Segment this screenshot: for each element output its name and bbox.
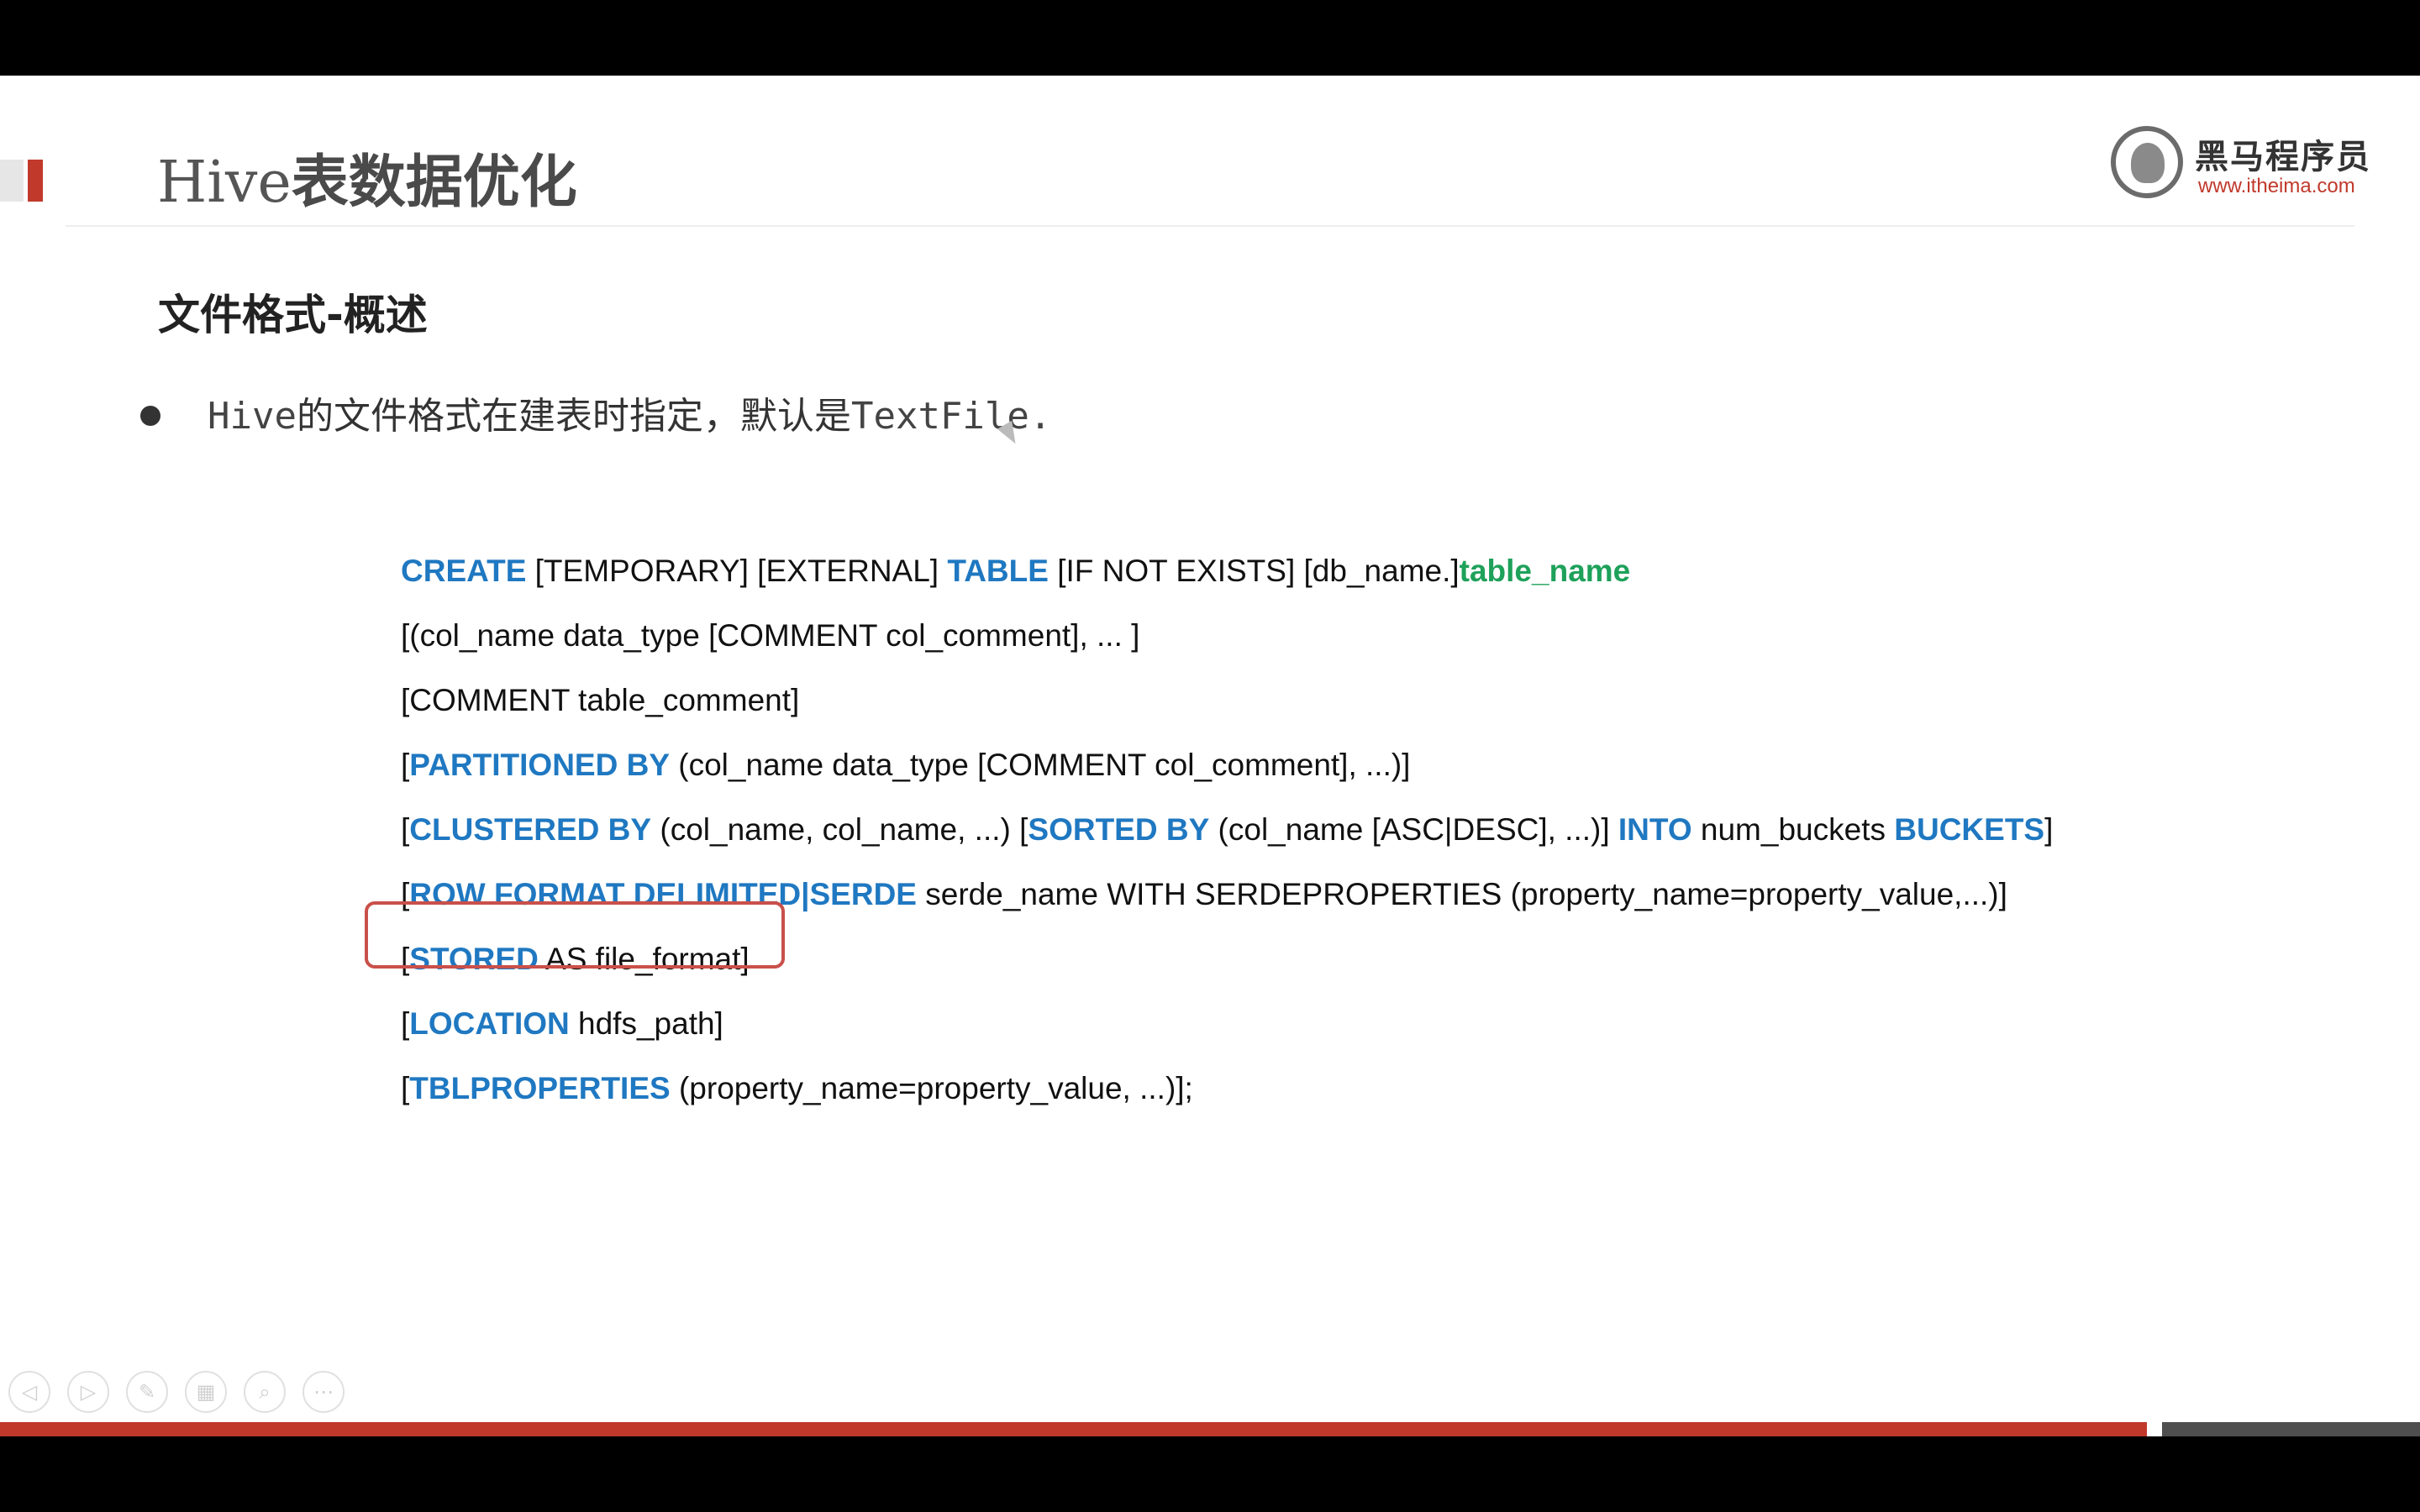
code-text: [IF NOT EXISTS] [db_name.]	[1048, 554, 1460, 588]
code-text: [	[401, 748, 410, 782]
itheima-logo: 黑马程序员 www.itheima.com	[2111, 126, 2380, 210]
logo-url: www.itheima.com	[2198, 175, 2355, 197]
code-text: (col_name, col_name, ...) [	[651, 812, 1028, 847]
logo-horse-icon	[2111, 126, 2183, 198]
code-text: [	[401, 812, 410, 847]
table-name-token: table_name	[1459, 554, 1631, 588]
code-text: hdfs_path]	[569, 1006, 723, 1041]
slide-title-latin: Hive	[157, 150, 292, 216]
zoom-icon[interactable]: ⌕	[244, 1371, 286, 1413]
title-accent-red	[28, 160, 43, 202]
code-line-9: [TBLPROPERTIES (property_name=property_v…	[401, 1063, 1193, 1114]
stored-as-highlight	[365, 901, 785, 969]
code-text: (col_name data_type [COMMENT col_comment…	[670, 748, 1411, 782]
kw-location: LOCATION	[409, 1006, 570, 1041]
kw-clustered-by: CLUSTERED BY	[409, 812, 652, 847]
code-line-8: [LOCATION hdfs_path]	[401, 999, 723, 1049]
bullet-icon	[140, 406, 160, 426]
code-text: [(col_name data_type [COMMENT col_commen…	[401, 618, 1140, 653]
kw-tblproperties: TBLPROPERTIES	[409, 1071, 671, 1105]
pen-icon[interactable]: ✎	[126, 1371, 168, 1413]
code-text: [TEMPORARY] [EXTERNAL]	[526, 554, 948, 588]
slide-title: Hive表数据优化	[157, 141, 577, 225]
code-line-1: CREATE [TEMPORARY] [EXTERNAL] TABLE [IF …	[401, 546, 1630, 596]
title-divider	[66, 225, 2354, 227]
kw-into: INTO	[1618, 812, 1692, 847]
kw-buckets: BUCKETS	[1894, 812, 2045, 847]
section-subtitle: 文件格式-概述	[158, 291, 428, 339]
slide: Hive表数据优化 黑马程序员 www.itheima.com 文件格式-概述 …	[0, 76, 2420, 1436]
code-text: ]	[2044, 812, 2054, 847]
title-accent-grey	[0, 160, 24, 202]
slide-title-cn: 表数据优化	[291, 150, 577, 216]
kw-table: TABLE	[947, 554, 1049, 588]
code-line-3: [COMMENT table_comment]	[401, 675, 799, 726]
bullet-text: Hive的文件格式在建表时指定，默认是TextFile.	[208, 383, 1051, 450]
kw-create: CREATE	[401, 554, 527, 588]
more-icon[interactable]: ⋯	[302, 1371, 345, 1413]
code-text: num_buckets	[1691, 812, 1895, 847]
previous-icon[interactable]: ◁	[8, 1371, 50, 1413]
code-text: (property_name=property_value, ...)];	[670, 1071, 1193, 1105]
next-icon[interactable]: ▷	[67, 1371, 109, 1413]
logo-name: 黑马程序员	[2195, 138, 2371, 176]
bullet-text-hive: Hive	[208, 395, 297, 438]
code-text: [	[401, 1071, 410, 1105]
bullet-text-main: 的文件格式在建表时指定，默认是	[296, 395, 851, 438]
progress-bar-remaining	[2162, 1422, 2420, 1436]
code-line-2: [(col_name data_type [COMMENT col_commen…	[401, 611, 1139, 661]
kw-sorted-by: SORTED BY	[1028, 812, 1210, 847]
code-line-4: [PARTITIONED BY (col_name data_type [COM…	[401, 740, 1410, 790]
code-line-5: [CLUSTERED BY (col_name, col_name, ...) …	[401, 805, 2053, 855]
bullet-text-textfile: TextFile.	[850, 395, 1052, 438]
code-text: (col_name [ASC|DESC], ...)]	[1209, 812, 1618, 847]
progress-bar-fill	[0, 1422, 2147, 1436]
code-text: [COMMENT table_comment]	[401, 683, 800, 717]
kw-partitioned-by: PARTITIONED BY	[409, 748, 670, 782]
slides-icon[interactable]: ▦	[185, 1371, 227, 1413]
code-text: serde_name WITH SERDEPROPERTIES (propert…	[916, 877, 2007, 911]
code-text: [	[401, 1006, 410, 1041]
